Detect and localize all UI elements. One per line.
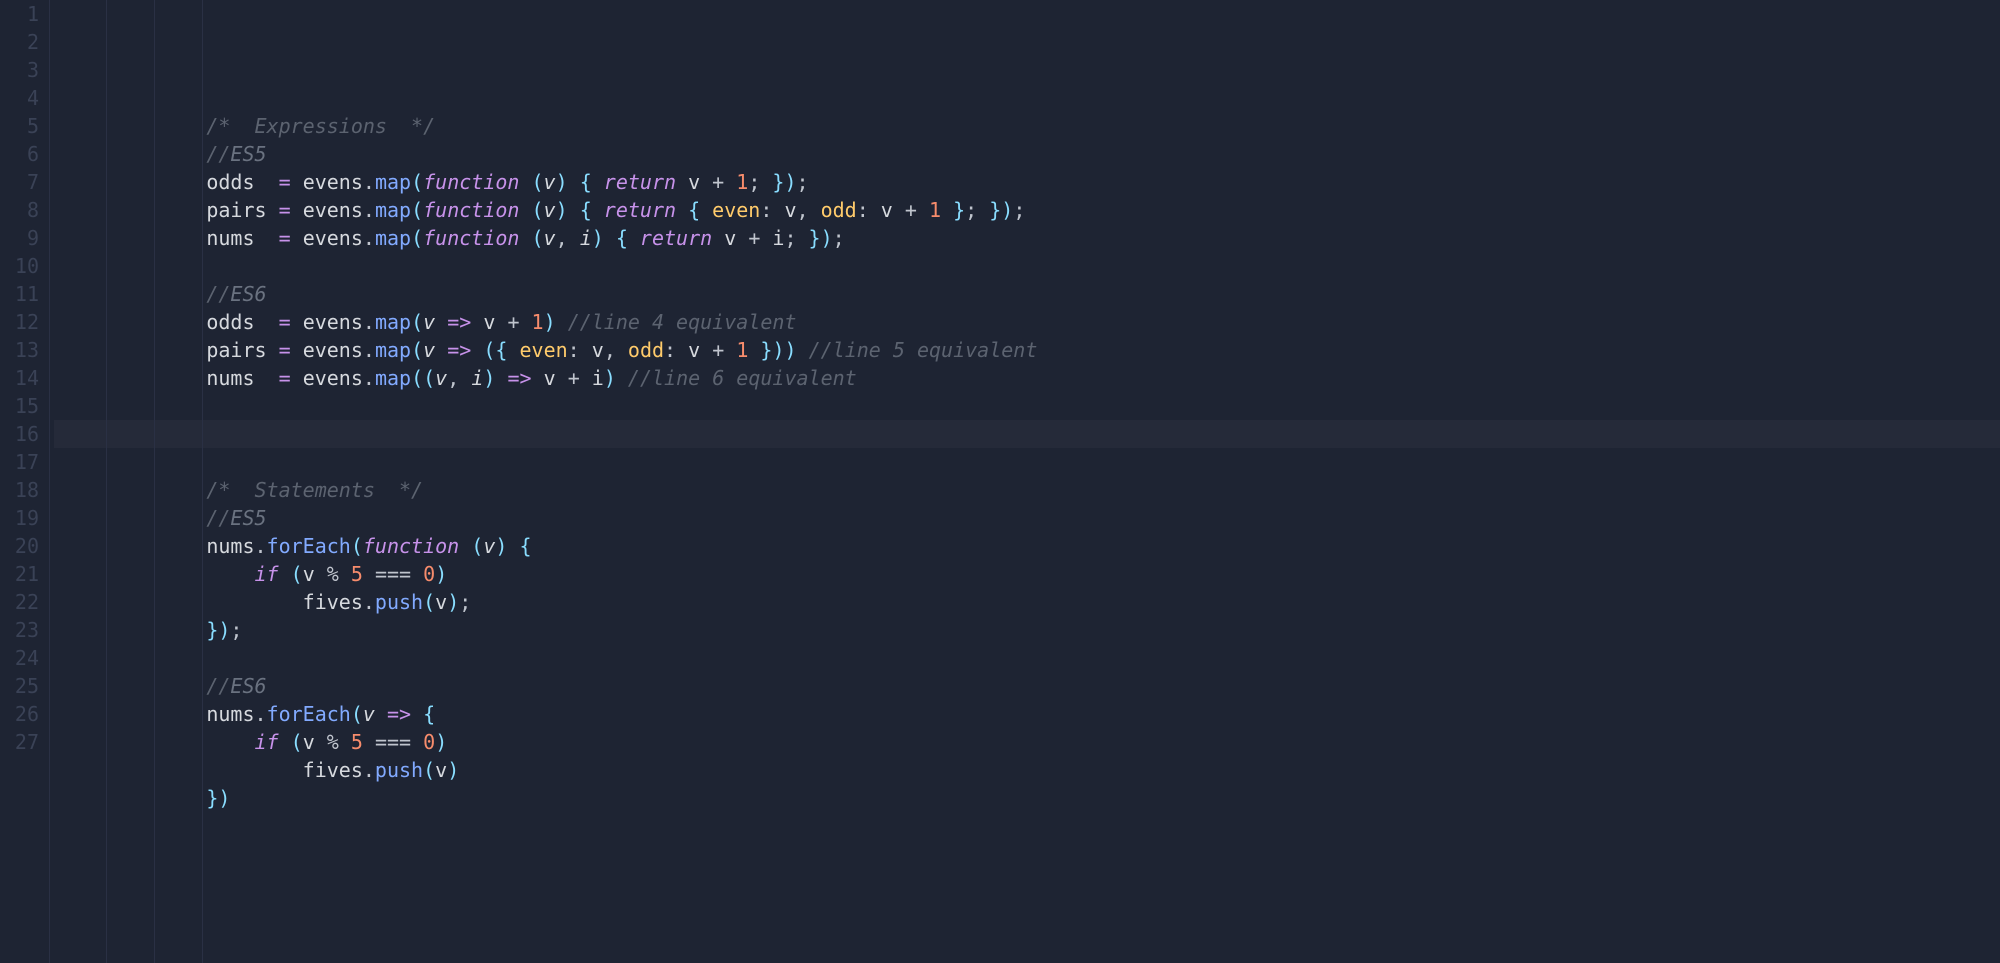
code-line[interactable]: if (v % 5 === 0) — [54, 560, 2000, 588]
code-line[interactable]: //ES6 — [54, 280, 2000, 308]
code-line[interactable]: odds = evens.map(function (v) { return v… — [54, 168, 2000, 196]
code-line[interactable]: pairs = evens.map(v => ({ even: v, odd: … — [54, 336, 2000, 364]
line-number[interactable]: 9 — [0, 224, 39, 252]
line-number[interactable]: 14 — [0, 364, 39, 392]
line-number[interactable]: 23 — [0, 616, 39, 644]
code-line[interactable]: nums.forEach(v => { — [54, 700, 2000, 728]
code-line[interactable]: }); — [54, 616, 2000, 644]
line-number[interactable]: 17 — [0, 448, 39, 476]
code-line[interactable] — [54, 252, 2000, 280]
line-number[interactable]: 25 — [0, 672, 39, 700]
code-line[interactable]: pairs = evens.map(function (v) { return … — [54, 196, 2000, 224]
code-line[interactable] — [54, 420, 2000, 448]
code-line[interactable]: odds = evens.map(v => v + 1) //line 4 eq… — [54, 308, 2000, 336]
line-number[interactable]: 5 — [0, 112, 39, 140]
line-number[interactable]: 4 — [0, 84, 39, 112]
line-number[interactable]: 20 — [0, 532, 39, 560]
code-line[interactable]: /* Statements */ — [54, 476, 2000, 504]
line-number[interactable]: 12 — [0, 308, 39, 336]
line-number[interactable]: 1 — [0, 0, 39, 28]
line-number-gutter[interactable]: 1234567891011121314151617181920212223242… — [0, 0, 50, 963]
line-number[interactable]: 8 — [0, 196, 39, 224]
line-number[interactable]: 11 — [0, 280, 39, 308]
code-content-area[interactable]: /* Expressions */ //ES5 odds = evens.map… — [50, 0, 2000, 963]
line-number[interactable]: 16 — [0, 420, 39, 448]
line-number[interactable]: 22 — [0, 588, 39, 616]
line-number[interactable]: 21 — [0, 560, 39, 588]
code-line[interactable]: nums = evens.map(function (v, i) { retur… — [54, 224, 2000, 252]
line-number[interactable]: 19 — [0, 504, 39, 532]
code-line[interactable]: nums.forEach(function (v) { — [54, 532, 2000, 560]
code-line[interactable]: //ES5 — [54, 140, 2000, 168]
code-line[interactable]: }) — [54, 784, 2000, 812]
code-line[interactable]: nums = evens.map((v, i) => v + i) //line… — [54, 364, 2000, 392]
code-line[interactable] — [54, 812, 2000, 840]
line-number[interactable]: 15 — [0, 392, 39, 420]
line-number[interactable]: 26 — [0, 700, 39, 728]
code-editor: 1234567891011121314151617181920212223242… — [0, 0, 2000, 963]
code-line[interactable]: fives.push(v); — [54, 588, 2000, 616]
code-line[interactable] — [54, 84, 2000, 112]
line-number[interactable]: 27 — [0, 728, 39, 756]
line-number[interactable]: 13 — [0, 336, 39, 364]
code-line[interactable]: fives.push(v) — [54, 756, 2000, 784]
line-number[interactable]: 24 — [0, 644, 39, 672]
line-number[interactable]: 7 — [0, 168, 39, 196]
code-line[interactable]: //ES5 — [54, 504, 2000, 532]
line-number[interactable]: 18 — [0, 476, 39, 504]
line-number[interactable]: 6 — [0, 140, 39, 168]
code-line[interactable] — [54, 448, 2000, 476]
code-line[interactable]: /* Expressions */ — [54, 112, 2000, 140]
line-number[interactable]: 2 — [0, 28, 39, 56]
code-line[interactable] — [54, 392, 2000, 420]
line-number[interactable]: 3 — [0, 56, 39, 84]
code-line[interactable]: //ES6 — [54, 672, 2000, 700]
code-line[interactable] — [54, 644, 2000, 672]
line-number[interactable]: 10 — [0, 252, 39, 280]
code-line[interactable]: if (v % 5 === 0) — [54, 728, 2000, 756]
